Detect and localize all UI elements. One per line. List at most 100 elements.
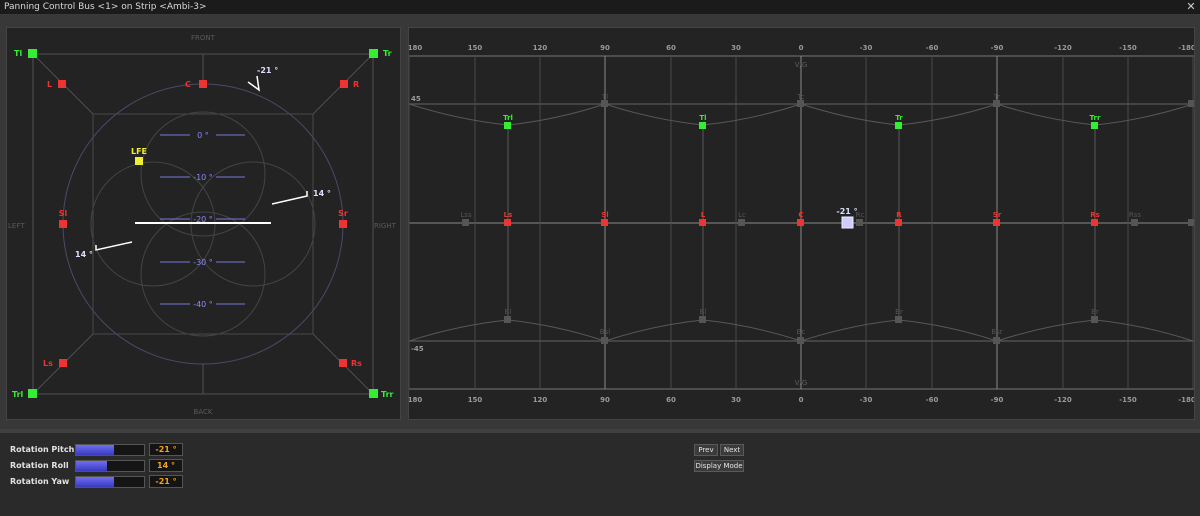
azimuth-tick: -150 <box>1119 44 1137 52</box>
speaker-tl[interactable] <box>28 49 37 58</box>
dim-speaker-label: Bl <box>700 308 707 316</box>
rotation-pitch-slider[interactable] <box>75 444 145 456</box>
grid-speaker-l[interactable] <box>699 219 706 226</box>
azimuth-tick: 60 <box>666 44 676 52</box>
azimuth-tick: 90 <box>600 44 610 52</box>
grid-speaker-rs[interactable] <box>1091 219 1098 226</box>
roll-handle-left[interactable] <box>95 241 133 251</box>
dim-speaker <box>462 219 469 226</box>
azimuth-tick: -30 <box>860 396 873 404</box>
grid-speaker-tr[interactable] <box>895 122 902 129</box>
grid-speaker-trl[interactable] <box>504 122 511 129</box>
rotation-yaw-value[interactable]: -21 ° <box>149 475 183 488</box>
front-label: FRONT <box>191 34 216 42</box>
left-label: LEFT <box>8 222 25 230</box>
elevation-label-45: 45 <box>411 95 421 103</box>
azimuth-tick: -60 <box>926 44 939 52</box>
dim-speaker-label: Br <box>1091 308 1099 316</box>
azimuth-tick: 120 <box>533 396 548 404</box>
azimuth-ticks-top: 180 150 120 90 60 30 0 -30 -60 -90 -120 … <box>409 44 1194 52</box>
elevation-label-neg45: -45 <box>411 345 424 353</box>
azimuth-tick: -30 <box>860 44 873 52</box>
dim-speaker <box>1091 316 1098 323</box>
azimuth-tick: 150 <box>468 396 483 404</box>
prev-button[interactable]: Prev <box>694 444 718 456</box>
speaker-r[interactable] <box>340 80 348 88</box>
rotation-roll-row: Rotation Roll 14 ° <box>10 459 210 472</box>
azimuth-tick: -60 <box>926 396 939 404</box>
rotation-roll-slider[interactable] <box>75 460 145 472</box>
top-view-panel[interactable]: FRONT BACK LEFT RIGHT 0 ° -10 ° -20 ° -3… <box>6 27 401 420</box>
elevation-label: -30 ° <box>193 258 213 267</box>
grid-speaker-r[interactable] <box>895 219 902 226</box>
dim-speaker <box>856 219 863 226</box>
speaker-trl[interactable] <box>28 389 37 398</box>
rotation-pitch-fill <box>76 445 115 455</box>
grid-speaker-tl[interactable] <box>699 122 706 129</box>
grid-view-canvas[interactable]: 180 150 120 90 60 30 0 -30 -60 -90 -120 … <box>409 28 1194 419</box>
back-label: BACK <box>194 408 213 416</box>
window-title: Panning Control Bus <1> on Strip <Ambi-3… <box>4 2 207 12</box>
azimuth-tick: -180 <box>1178 44 1194 52</box>
grid-speaker-label-tr: Tr <box>895 114 903 122</box>
rotation-pitch-value[interactable]: -21 ° <box>149 443 183 456</box>
dim-speaker <box>797 337 804 344</box>
speaker-tr[interactable] <box>369 49 378 58</box>
dim-speaker <box>797 100 804 107</box>
rotation-pitch-row: Rotation Pitch -21 ° <box>10 443 210 456</box>
speaker-sr[interactable] <box>339 220 347 228</box>
dim-speaker <box>895 316 902 323</box>
inactive-speakers: Tl Tc Tr Lss Lc Rc Rss Bl Bl Br Br Bsl B… <box>460 93 1194 344</box>
grid-speaker-c[interactable] <box>797 219 804 226</box>
speaker-trr[interactable] <box>369 389 378 398</box>
grid-speaker-sl[interactable] <box>601 219 608 226</box>
right-label: RIGHT <box>374 222 397 230</box>
speaker-l[interactable] <box>58 80 66 88</box>
dim-speaker <box>601 100 608 107</box>
rotation-pitch-label: Rotation Pitch <box>10 445 75 454</box>
top-view-canvas[interactable]: FRONT BACK LEFT RIGHT 0 ° -10 ° -20 ° -3… <box>7 28 400 419</box>
speaker-label-tl: Tl <box>14 49 22 58</box>
speaker-rs[interactable] <box>339 359 347 367</box>
dim-speaker <box>504 316 511 323</box>
dim-speaker <box>1188 100 1194 107</box>
close-button[interactable]: ✕ <box>1185 1 1197 13</box>
azimuth-tick: 150 <box>468 44 483 52</box>
azimuth-tick: 120 <box>533 44 548 52</box>
next-button[interactable]: Next <box>720 444 744 456</box>
pitch-label: -21 ° <box>257 66 278 75</box>
azimuth-tick: -120 <box>1054 44 1072 52</box>
speaker-label-l: L <box>47 80 52 89</box>
display-mode-button[interactable]: Display Mode <box>694 460 744 472</box>
dim-speaker <box>738 219 745 226</box>
speaker-sl[interactable] <box>59 220 67 228</box>
speaker-c[interactable] <box>199 80 207 88</box>
speaker-lfe[interactable] <box>135 157 143 165</box>
azimuth-tick: 180 <box>409 396 422 404</box>
dim-speaker <box>993 100 1000 107</box>
rotation-marker[interactable] <box>841 216 854 229</box>
speaker-label-tr: Tr <box>383 49 392 58</box>
grid-speaker-label-trr: Trr <box>1090 114 1101 122</box>
speaker-label-sl: Sl <box>59 209 68 218</box>
rotation-roll-value[interactable]: 14 ° <box>149 459 183 472</box>
dim-speaker-label: Bl <box>505 308 512 316</box>
grid-speaker-label-r: R <box>896 211 902 219</box>
azimuth-tick: -90 <box>991 396 1004 404</box>
grid-speaker-label-rs: Rs <box>1090 211 1100 219</box>
grid-speaker-sr[interactable] <box>993 219 1000 226</box>
roll-handle-right[interactable] <box>271 191 308 205</box>
speaker-ls[interactable] <box>59 359 67 367</box>
azimuth-tick: -120 <box>1054 396 1072 404</box>
dim-speaker-label: Lc <box>738 211 746 219</box>
dim-speaker <box>699 316 706 323</box>
speaker-label-sr: Sr <box>338 209 348 218</box>
speaker-label-trl: Trl <box>12 390 24 399</box>
grid-speaker-ls[interactable] <box>504 219 511 226</box>
grid-view-panel[interactable]: 180 150 120 90 60 30 0 -30 -60 -90 -120 … <box>408 27 1195 420</box>
rotation-yaw-slider[interactable] <box>75 476 145 488</box>
pitch-handle[interactable] <box>247 75 260 92</box>
grid-speaker-trr[interactable] <box>1091 122 1098 129</box>
dim-speaker <box>1131 219 1138 226</box>
dim-speaker <box>1188 219 1194 226</box>
